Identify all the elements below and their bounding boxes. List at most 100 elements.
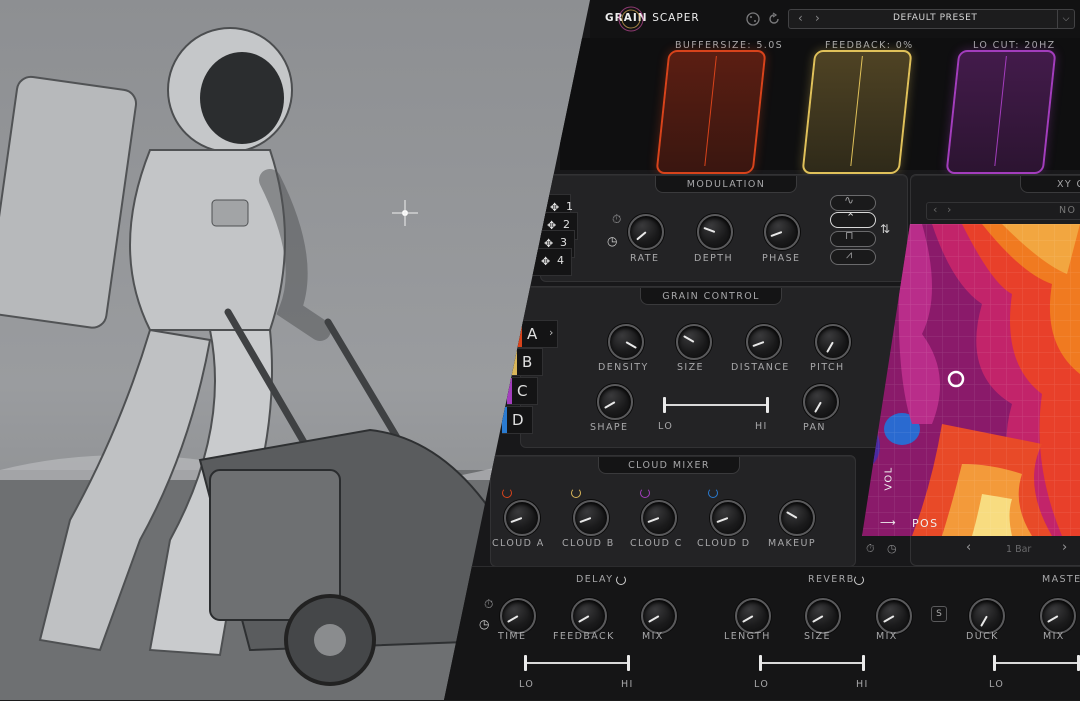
depth-knob[interactable]: [697, 214, 733, 250]
xy-pad[interactable]: [862, 224, 1080, 536]
reset-icon[interactable]: [767, 12, 781, 26]
duck-knob[interactable]: [969, 598, 1005, 634]
reverb-power-icon[interactable]: [854, 575, 864, 585]
size-knob[interactable]: [676, 324, 712, 360]
cloud-c-knob[interactable]: [641, 500, 677, 536]
cloud-slot-c[interactable]: C: [507, 377, 538, 405]
master-range-lo: LO: [989, 679, 1005, 690]
clock-icon[interactable]: ◷: [607, 234, 617, 248]
next-preset-icon[interactable]: ›: [815, 11, 820, 25]
delay-mix-knob[interactable]: [641, 598, 677, 634]
xy-prev-icon[interactable]: ‹: [933, 203, 937, 216]
grain-control-tab: GRAIN CONTROL: [640, 288, 782, 305]
master-mix-label: MIX: [1043, 631, 1065, 642]
cloud-b-knob[interactable]: [573, 500, 609, 536]
cloud-slot-label: C: [517, 382, 528, 400]
reverb-sidechain-button[interactable]: S: [931, 606, 947, 622]
cloud-b-power-icon[interactable]: [571, 488, 581, 498]
xy-tab: XY C: [1020, 176, 1080, 193]
wave-sine-button[interactable]: ∿: [830, 193, 876, 211]
cloud-d-power-icon[interactable]: [708, 488, 718, 498]
cloud-b-label: CLOUD B: [562, 538, 615, 549]
mod-slot-label: 4: [557, 254, 564, 267]
cloud-slot-label: D: [512, 411, 524, 429]
cloud-slot-a[interactable]: A ›: [517, 320, 558, 348]
grain-filter-range[interactable]: [663, 397, 769, 413]
size-label: SIZE: [677, 362, 704, 373]
reverb-filter-range[interactable]: [759, 655, 865, 671]
master-title: MASTE: [1042, 574, 1080, 585]
cloud-mixer-title: CLOUD MIXER: [628, 460, 710, 471]
rate-knob[interactable]: [628, 214, 664, 250]
distance-knob[interactable]: [746, 324, 782, 360]
triangle-icon: ⌃: [846, 211, 856, 224]
visor: [200, 52, 284, 144]
cloud-d-knob[interactable]: [710, 500, 746, 536]
density-knob[interactable]: [608, 324, 644, 360]
modulation-title: MODULATION: [686, 179, 766, 190]
delay-time-label: TIME: [498, 631, 527, 642]
cloud-d-label: CLOUD D: [697, 538, 751, 549]
delay-feedback-label: FEEDBACK: [553, 631, 615, 642]
master-filter-range[interactable]: [993, 655, 1080, 671]
duck-label: DUCK: [966, 631, 999, 642]
sidechain-label: S: [936, 609, 942, 619]
reverb-mix-knob[interactable]: [876, 598, 912, 634]
grain-buffer-c[interactable]: [945, 50, 1057, 174]
pan-label: PAN: [803, 422, 826, 433]
delay-filter-range[interactable]: [524, 655, 630, 671]
delay-mix-label: MIX: [642, 631, 664, 642]
xy-metronome-icon[interactable]: ⏱: [866, 542, 875, 556]
sine-icon: ∿: [844, 193, 855, 207]
makeup-label: MAKEUP: [768, 538, 817, 549]
metronome-icon[interactable]: ⏱: [612, 212, 621, 227]
delay-time-knob[interactable]: [500, 598, 536, 634]
xy-y-label: VOL: [883, 466, 895, 491]
shape-knob[interactable]: [597, 384, 633, 420]
pan-knob[interactable]: [803, 384, 839, 420]
cloud-slot-d[interactable]: D: [502, 406, 533, 434]
grain-buffer-b[interactable]: [801, 50, 913, 174]
delay-range-lo: LO: [519, 679, 535, 690]
xy-title: XY C: [1057, 179, 1080, 190]
cloud-slot-label: A: [527, 325, 538, 343]
prev-preset-icon[interactable]: ‹: [798, 11, 803, 25]
xy-clock-icon[interactable]: ◷: [887, 542, 897, 555]
cloud-c-power-icon[interactable]: [640, 488, 650, 498]
master-mix-knob[interactable]: [1040, 598, 1076, 634]
xy-sync-prev-icon[interactable]: ‹: [966, 540, 971, 555]
delay-power-icon[interactable]: [616, 575, 626, 585]
reverb-range-hi: HI: [856, 679, 869, 690]
wheel-hub: [314, 624, 346, 656]
reverb-length-knob[interactable]: [735, 598, 771, 634]
grain-buffer-a[interactable]: [655, 50, 767, 174]
delay-clock-icon[interactable]: ◷: [479, 617, 489, 631]
xy-preset-name: NO P: [1059, 205, 1080, 216]
shape-label: SHAPE: [590, 422, 629, 433]
reverb-range-lo: LO: [754, 679, 770, 690]
delay-feedback-knob[interactable]: [571, 598, 607, 634]
cloud-slot-b[interactable]: B: [512, 348, 543, 376]
reverb-size-knob[interactable]: [805, 598, 841, 634]
preset-dropdown-icon[interactable]: ⌵: [1057, 10, 1074, 28]
xy-preset-selector[interactable]: ‹ › NO P: [926, 202, 1080, 220]
chest-panel: [211, 199, 249, 227]
grain-range-lo: LO: [658, 421, 674, 432]
grain-divider: [994, 56, 1007, 166]
reverb-size-label: SIZE: [804, 631, 831, 642]
move-icon: ✥: [541, 255, 551, 268]
pitch-knob[interactable]: [815, 324, 851, 360]
randomize-dice-icon[interactable]: [746, 12, 760, 26]
cloud-a-power-icon[interactable]: [502, 488, 512, 498]
xy-sync-next-icon[interactable]: ›: [1062, 540, 1067, 555]
xy-next-icon[interactable]: ›: [947, 203, 951, 216]
phase-knob[interactable]: [764, 214, 800, 250]
cloud-a-knob[interactable]: [504, 500, 540, 536]
star-glint: [392, 200, 418, 226]
saw-icon: ⩘: [846, 248, 853, 261]
makeup-knob[interactable]: [779, 500, 815, 536]
logo-scaper: SCAPER: [652, 12, 700, 24]
delay-title: DELAY: [576, 574, 614, 585]
delay-metronome-icon[interactable]: ⏱: [484, 597, 493, 612]
preset-selector[interactable]: ‹ › DEFAULT PRESET ⌵: [788, 9, 1075, 29]
